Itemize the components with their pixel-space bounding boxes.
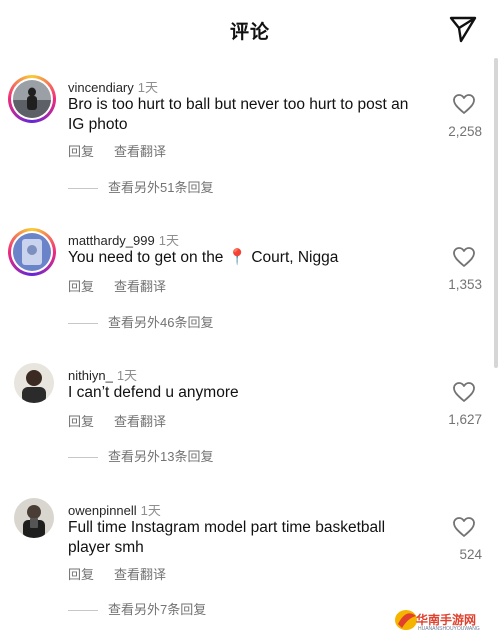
translate-button[interactable]: 查看翻译 <box>114 414 166 429</box>
comment-text: I can’t defend u anymore <box>68 384 239 401</box>
timestamp: 1天 <box>140 503 161 518</box>
username[interactable]: owenpinnell <box>68 503 137 518</box>
heart-icon[interactable] <box>452 381 476 403</box>
translate-button[interactable]: 查看翻译 <box>114 279 166 294</box>
avatar[interactable] <box>8 75 56 123</box>
timestamp: 1天 <box>116 368 138 383</box>
like-count: 2,258 <box>448 124 482 139</box>
comment-text: You need to get on the 📍 Court, Nigga <box>68 249 339 266</box>
view-replies-label: 查看另外46条回复 <box>108 315 214 330</box>
scrollbar[interactable] <box>494 58 498 368</box>
like-count: 524 <box>459 547 482 562</box>
username[interactable]: vincendiary <box>68 80 134 95</box>
view-replies-link[interactable]: 查看另外51条回复 <box>68 177 213 196</box>
heart-icon[interactable] <box>452 246 476 268</box>
view-replies-label: 查看另外51条回复 <box>108 180 214 195</box>
like-count: 1,627 <box>448 412 482 427</box>
avatar[interactable] <box>8 228 56 276</box>
comment-text: Full time Instagram model part time bask… <box>68 519 386 556</box>
heart-icon[interactable] <box>452 93 476 115</box>
reply-button[interactable]: 回复 <box>68 144 94 159</box>
view-replies-label: 查看另外13条回复 <box>108 449 214 464</box>
view-replies-label: 查看另外7条回复 <box>108 602 207 617</box>
translate-button[interactable]: 查看翻译 <box>114 567 166 582</box>
reply-button[interactable]: 回复 <box>68 279 94 294</box>
view-replies-link[interactable]: 查看另外13条回复 <box>68 446 213 465</box>
comments-header: 评论 <box>0 0 500 60</box>
username[interactable]: nithiyn_ <box>68 368 113 383</box>
reply-button[interactable]: 回复 <box>68 414 94 429</box>
heart-icon[interactable] <box>452 516 476 538</box>
avatar[interactable] <box>14 498 54 538</box>
timestamp: 1天 <box>158 233 179 248</box>
comment-text: Bro is too hurt to ball but never too hu… <box>68 96 409 133</box>
watermark-subtext: HUANANSHOUYOUWANG <box>418 626 480 632</box>
username[interactable]: matthardy_999 <box>68 233 155 248</box>
view-replies-link[interactable]: 查看另外7条回复 <box>68 599 206 618</box>
timestamp: 1天 <box>137 80 158 95</box>
view-replies-link[interactable]: 查看另外46条回复 <box>68 312 213 331</box>
send-icon[interactable] <box>448 14 478 44</box>
like-count: 1,353 <box>448 277 482 292</box>
translate-button[interactable]: 查看翻译 <box>114 144 166 159</box>
reply-button[interactable]: 回复 <box>68 567 94 582</box>
page-title: 评论 <box>229 22 270 43</box>
avatar[interactable] <box>14 363 54 403</box>
